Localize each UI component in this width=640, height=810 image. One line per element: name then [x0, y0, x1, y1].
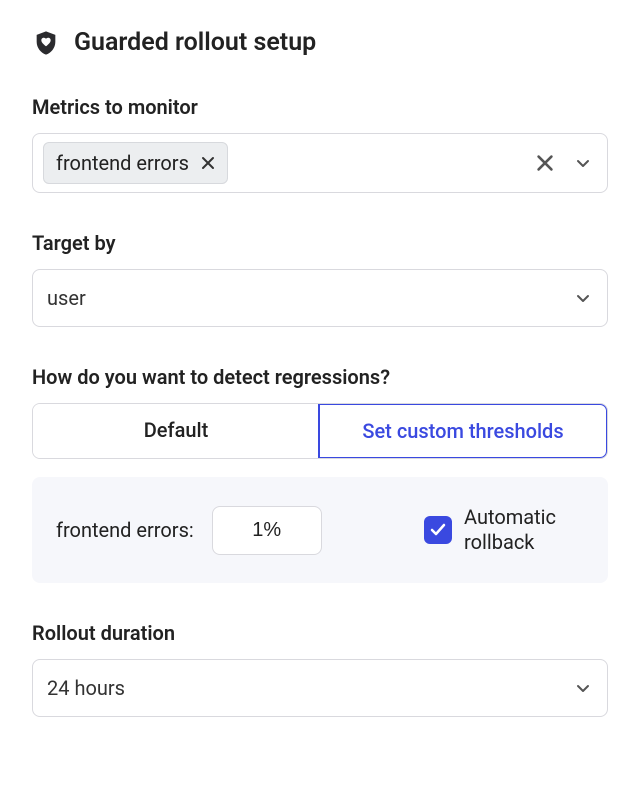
threshold-panel: frontend errors: Automatic rollback	[32, 477, 608, 583]
metric-chip-label: frontend errors	[56, 151, 189, 175]
duration-section: Rollout duration 24 hours	[32, 621, 608, 717]
metrics-multiselect[interactable]: frontend errors	[32, 133, 608, 193]
target-by-value: user	[47, 286, 86, 310]
auto-rollback-group: Automatic rollback	[424, 505, 584, 555]
page-header: Guarded rollout setup	[32, 28, 608, 57]
duration-select[interactable]: 24 hours	[32, 659, 608, 717]
target-by-select[interactable]: user	[32, 269, 608, 327]
auto-rollback-label: Automatic rollback	[464, 505, 584, 555]
chevron-down-icon	[573, 288, 593, 308]
duration-label: Rollout duration	[32, 621, 608, 645]
detect-option-custom[interactable]: Set custom thresholds	[318, 403, 608, 459]
shield-icon	[32, 29, 60, 57]
detect-label: How do you want to detect regressions?	[32, 365, 608, 389]
detect-segmented-control: Default Set custom thresholds	[32, 403, 608, 459]
target-by-label: Target by	[32, 231, 608, 255]
detect-section: How do you want to detect regressions? D…	[32, 365, 608, 583]
target-by-section: Target by user	[32, 231, 608, 327]
page-title: Guarded rollout setup	[74, 28, 316, 57]
threshold-metric-label: frontend errors:	[56, 518, 194, 542]
detect-option-default[interactable]: Default	[33, 404, 319, 458]
metrics-label: Metrics to monitor	[32, 95, 608, 119]
auto-rollback-checkbox[interactable]	[424, 516, 452, 544]
duration-value: 24 hours	[47, 676, 125, 700]
chevron-down-icon	[573, 678, 593, 698]
threshold-value-input[interactable]	[212, 506, 322, 555]
metrics-section: Metrics to monitor frontend errors	[32, 95, 608, 193]
close-icon[interactable]	[201, 156, 215, 170]
metric-chip[interactable]: frontend errors	[43, 142, 228, 184]
clear-all-icon[interactable]	[531, 149, 559, 177]
chevron-down-icon[interactable]	[569, 149, 597, 177]
